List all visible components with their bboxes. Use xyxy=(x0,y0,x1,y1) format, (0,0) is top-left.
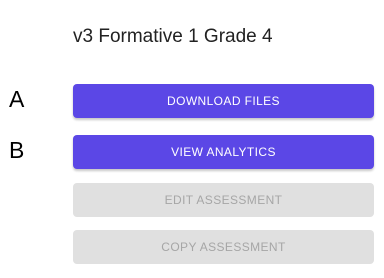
edit-assessment-button: EDIT ASSESSMENT xyxy=(73,183,374,217)
view-analytics-button[interactable]: VIEW ANALYTICS xyxy=(73,135,374,169)
assessment-title: v3 Formative 1 Grade 4 xyxy=(73,26,273,47)
download-files-button[interactable]: DOWNLOAD FILES xyxy=(73,84,374,118)
copy-assessment-button: COPY ASSESSMENT xyxy=(73,230,374,264)
marker-b-label: B xyxy=(9,137,25,163)
assessment-panel: v3 Formative 1 Grade 4 A B DOWNLOAD FILE… xyxy=(0,0,384,278)
marker-a-label: A xyxy=(9,86,25,112)
